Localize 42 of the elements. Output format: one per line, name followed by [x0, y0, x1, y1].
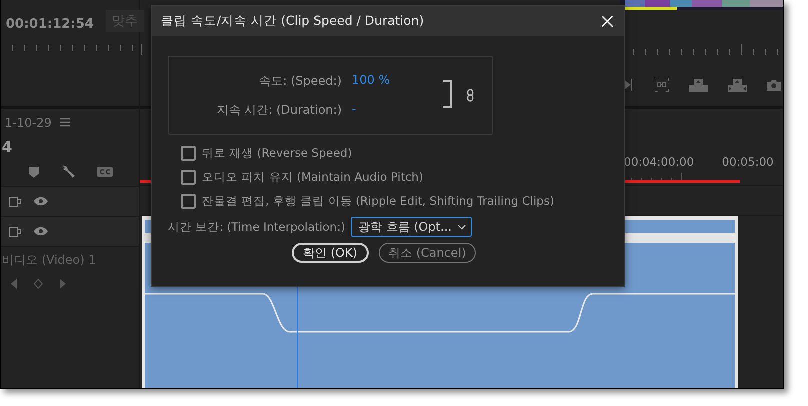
extract-icon[interactable] [728, 78, 747, 92]
ok-button[interactable]: 확인 (OK) [292, 243, 368, 263]
insert-icon[interactable] [625, 79, 635, 91]
eye-icon[interactable] [34, 197, 48, 206]
interpolation-label: 시간 보간: (Time Interpolation:) [168, 220, 346, 234]
speed-label: 속도: (Speed:) [258, 72, 342, 90]
checkbox-label: 잔물결 편집, 후행 클립 이동 (Ripple Edit, Shifting Trailing Clips) [202, 194, 554, 208]
speed-unit: % [378, 72, 390, 86]
ruler-time-label: 00:04:00:00 [624, 155, 694, 169]
checkbox[interactable] [181, 146, 196, 160]
menu-icon[interactable] [60, 118, 70, 127]
track-output-icon[interactable] [9, 196, 22, 206]
duration-label: 지속 시간: (Duration:) [216, 102, 342, 118]
speed-value[interactable]: 100 % [352, 72, 434, 90]
checkbox-option[interactable]: 오디오 피치 유지 (Maintain Audio Pitch) [181, 165, 624, 189]
checkbox-option[interactable]: 뒤로 재생 (Reverse Speed) [181, 141, 624, 165]
marker-icon[interactable] [29, 166, 39, 178]
checkbox[interactable] [181, 194, 196, 208]
track-output-icon[interactable] [9, 226, 22, 236]
checkbox[interactable] [181, 170, 196, 184]
close-icon[interactable] [602, 16, 613, 26]
checkbox-option[interactable]: 잔물결 편집, 후행 클립 이동 (Ripple Edit, Shifting Trailing Clips) [181, 189, 624, 213]
bracket-icon [443, 80, 453, 108]
eye-icon[interactable] [34, 227, 48, 236]
lift-icon[interactable] [689, 78, 708, 92]
checkbox-label: 오디오 피치 유지 (Maintain Audio Pitch) [202, 170, 424, 184]
checkbox-label: 뒤로 재생 (Reverse Speed) [202, 146, 352, 160]
interpolation-dropdown[interactable]: 광학 흐름 (Opt... [351, 217, 472, 237]
cancel-button[interactable]: 취소 (Cancel) [378, 243, 476, 263]
timecode: 00:01:12:54 [6, 17, 94, 32]
dialog-title: 클립 속도/지속 시간 (Clip Speed / Duration) [161, 12, 424, 30]
sequence-date: 1-10-29 [5, 116, 52, 130]
camera-icon[interactable] [767, 80, 781, 90]
link-icon[interactable] [467, 89, 474, 102]
duration-value[interactable]: - [352, 102, 434, 118]
captions-icon[interactable] [97, 167, 113, 177]
track-name: 비디오 (Video) 1 [2, 252, 96, 268]
sequence-number: 4 [2, 138, 12, 156]
wrench-icon[interactable] [61, 165, 75, 179]
chevron-icon [458, 224, 466, 230]
ruler-time-label: 00:05:00 [722, 155, 774, 169]
trim-icon[interactable] [655, 78, 669, 92]
